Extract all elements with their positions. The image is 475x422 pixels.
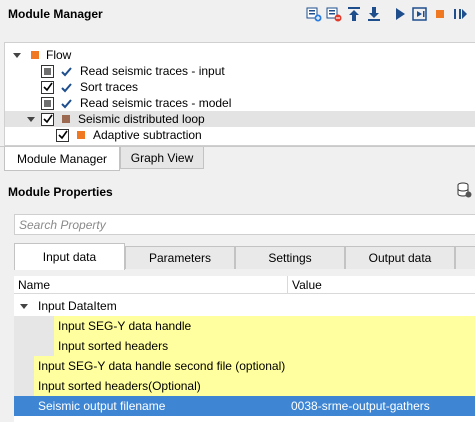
view-tabs: Module Manager Graph View [0, 146, 475, 171]
tree-item[interactable]: Adaptive subtraction [5, 127, 475, 143]
run-icon[interactable] [391, 5, 409, 23]
tree-item[interactable]: Sort traces [5, 79, 475, 95]
module-properties-title: Module Properties [8, 185, 113, 199]
run-step-icon[interactable] [411, 5, 429, 23]
table-row[interactable]: Input sorted headers(Optional) [14, 376, 475, 396]
group-row[interactable]: Input DataItem [14, 296, 475, 316]
table-row[interactable]: Input SEG-Y data handle [14, 316, 475, 336]
enabled-check-icon [60, 81, 72, 93]
tab-input-data[interactable]: Input data [14, 243, 125, 270]
enabled-check-icon [60, 97, 72, 109]
group-label: Input DataItem [38, 299, 117, 313]
tab-module-manager[interactable]: Module Manager [4, 147, 120, 171]
row-value[interactable]: 0038-srme-output-gathers [291, 396, 430, 416]
tab-output-data[interactable]: Output data [345, 246, 455, 269]
tree-item-label: Read seismic traces - model [80, 96, 232, 110]
tree-item[interactable]: Read seismic traces - model [5, 95, 475, 111]
module-node-icon [77, 131, 85, 139]
add-module-icon[interactable] [305, 5, 323, 23]
tree-item-label: Read seismic traces - input [80, 64, 225, 78]
module-enable-checkbox[interactable] [41, 80, 54, 94]
module-disable-checkbox[interactable] [41, 96, 54, 110]
collapse-arrow-icon[interactable] [20, 302, 28, 310]
table-row[interactable]: Input sorted headers [14, 336, 475, 356]
expand-arrow-icon[interactable] [13, 51, 21, 59]
module-toolbar [305, 5, 469, 23]
enabled-check-icon [60, 65, 72, 77]
search-placeholder: Search Property [19, 217, 106, 232]
row-name: Input sorted headers(Optional) [38, 379, 201, 393]
module-enable-checkbox[interactable] [56, 128, 69, 142]
tree-item-label: Seismic distributed loop [78, 112, 205, 126]
module-properties-header: Module Properties [0, 178, 475, 206]
row-name: Input SEG-Y data handle second file (opt… [38, 359, 286, 373]
tab-overflow[interactable] [455, 246, 475, 269]
property-table: Name Value Input DataItem Input SEG-Y da… [14, 276, 475, 422]
column-header-value[interactable]: Value [288, 276, 322, 294]
table-header: Name Value [14, 276, 475, 294]
table-row-selected[interactable]: Seismic output filename 0038-srme-output… [14, 396, 475, 416]
column-header-name[interactable]: Name [14, 276, 288, 294]
module-disable-checkbox[interactable] [41, 64, 54, 78]
tab-graph-view[interactable]: Graph View [120, 147, 204, 169]
row-name: Seismic output filename [38, 399, 166, 413]
row-name: Input sorted headers [58, 339, 169, 353]
database-icon[interactable] [456, 182, 472, 201]
property-tabs: Input data Parameters Settings Output da… [14, 243, 475, 270]
module-manager-title: Module Manager [8, 7, 103, 21]
tree-item[interactable]: Read seismic traces - input [5, 63, 475, 79]
tab-settings[interactable]: Settings [235, 246, 345, 269]
expand-arrow-icon[interactable] [27, 115, 35, 123]
tree-item-label: Sort traces [80, 80, 139, 94]
module-tree: Flow Read seismic traces - input Sort tr… [4, 42, 475, 146]
tree-item-label: Adaptive subtraction [93, 128, 202, 142]
row-name: Input SEG-Y data handle [58, 319, 192, 333]
loop-node-icon [62, 115, 70, 123]
stop-icon[interactable] [431, 5, 449, 23]
module-enable-checkbox[interactable] [41, 112, 54, 126]
flow-node-icon [31, 51, 39, 59]
move-down-icon[interactable] [365, 5, 383, 23]
tree-item-selected[interactable]: Seismic distributed loop [5, 111, 475, 127]
tab-parameters[interactable]: Parameters [125, 246, 235, 269]
play-from-icon[interactable] [451, 5, 469, 23]
table-row[interactable]: Input SEG-Y data handle second file (opt… [14, 356, 475, 376]
remove-module-icon[interactable] [325, 5, 343, 23]
tree-flow-node[interactable]: Flow [5, 47, 475, 63]
move-up-icon[interactable] [345, 5, 363, 23]
search-property-input[interactable]: Search Property [14, 214, 475, 235]
tree-flow-label: Flow [46, 48, 72, 62]
